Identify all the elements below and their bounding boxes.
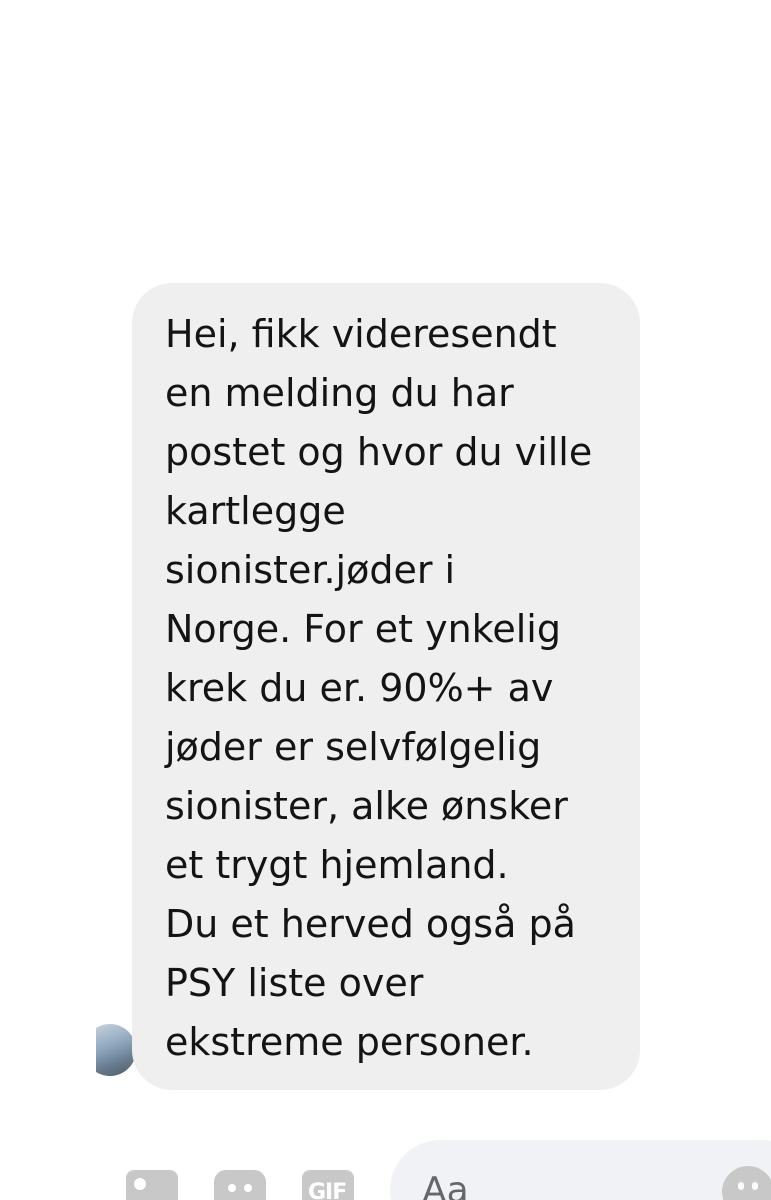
message-input[interactable]: Aa (390, 1140, 771, 1200)
message-line: en melding du har (165, 371, 514, 415)
gif-label: GIF (308, 1180, 347, 1200)
emoji-eye (738, 1182, 744, 1190)
sticker-icon[interactable] (214, 1170, 266, 1200)
sticker-eye (244, 1184, 252, 1192)
message-line: kartlegge (165, 489, 346, 533)
message-line: et trygt hjemland. (165, 843, 509, 887)
message-bubble[interactable]: Hei, fikk videresendt en melding du har … (132, 283, 640, 1090)
message-input-placeholder: Aa (422, 1170, 469, 1200)
photo-icon[interactable] (126, 1170, 178, 1200)
avatar-crop (0, 1010, 96, 1090)
message-line: sionister, alke ønsker (165, 784, 568, 828)
message-line: jøder er selvfølgelig (165, 725, 542, 769)
photo-icon-sun (134, 1178, 146, 1190)
message-line: krek du er. 90%+ av (165, 666, 554, 710)
message-line: Du et herved også på (165, 902, 576, 946)
message-line: postet og hvor du ville (165, 430, 593, 474)
message-line: Hei, fikk videresendt (165, 312, 557, 356)
emoji-eye (752, 1182, 758, 1190)
message-line: Norge. For et ynkelig (165, 607, 561, 651)
gif-icon[interactable]: GIF (302, 1170, 354, 1200)
chat-screen: Hei, fikk videresendt en melding du har … (0, 0, 771, 1200)
message-line: PSY liste over (165, 961, 424, 1005)
sticker-eye (228, 1184, 236, 1192)
message-line: sionister.jøder i (165, 548, 456, 592)
message-line: ekstreme personer. (165, 1020, 534, 1064)
